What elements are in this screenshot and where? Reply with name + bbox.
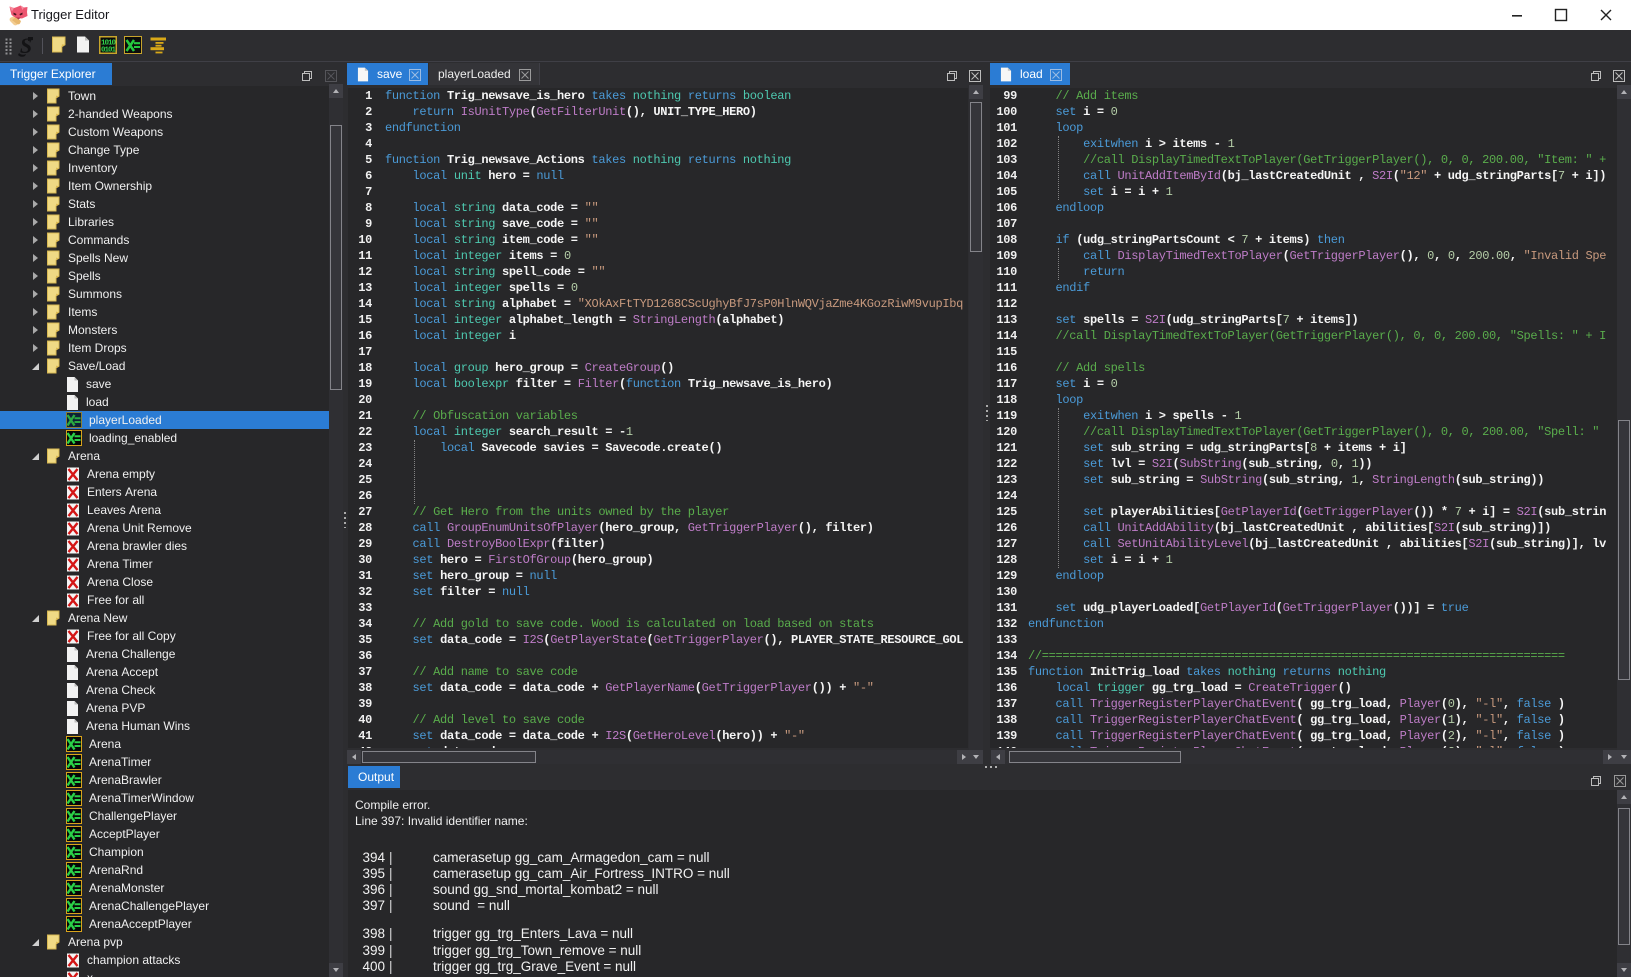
svg-text:0101: 0101 xyxy=(101,47,117,55)
